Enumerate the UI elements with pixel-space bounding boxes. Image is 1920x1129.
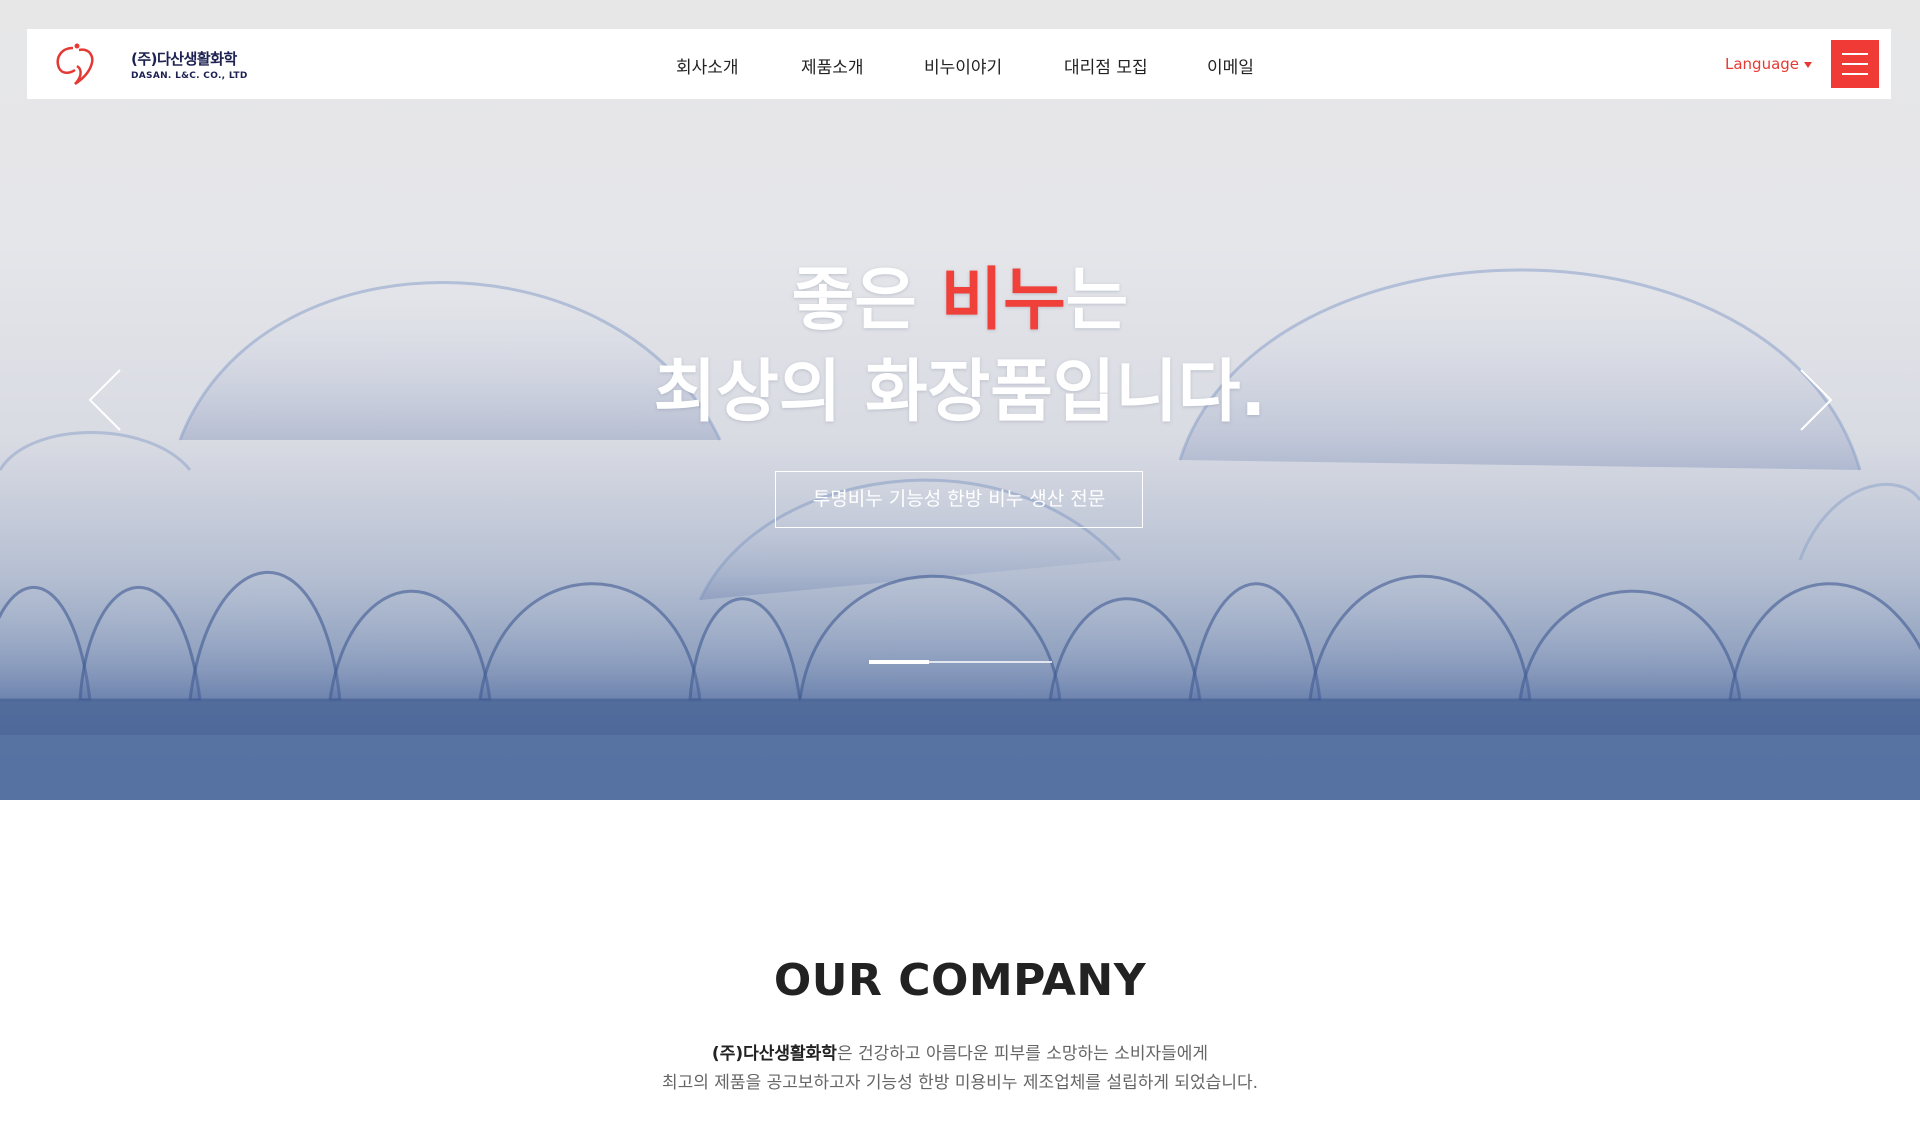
company-brand-name: (주)다산생활화학 <box>711 1044 837 1064</box>
company-intro-text: (주)다산생활화학은 건강하고 아름다운 피부를 소망하는 소비자들에게 최고의… <box>661 1044 1259 1093</box>
hamburger-icon <box>1842 53 1868 55</box>
language-selector[interactable]: Language <box>1725 55 1813 73</box>
nav-item-company[interactable]: 회사소개 <box>676 53 739 78</box>
slide-progress-fill <box>869 660 930 664</box>
chevron-left-icon[interactable] <box>86 366 126 434</box>
slide-progress-bar[interactable] <box>869 660 1052 664</box>
company-section-title: OUR COMPANY <box>773 955 1147 1006</box>
hero-headline-line2: 최상의 화장품입니다. <box>653 353 1267 432</box>
hero-headline-line1: 좋은 비누는 <box>791 261 1129 340</box>
hero-tagline: 투명비누 기능성 한방 비누 생산 전문 <box>775 471 1143 528</box>
hero-headline: 좋은 비누는 최상의 화장품입니다. <box>0 255 1920 439</box>
caret-down-icon <box>1804 61 1813 68</box>
nav-item-soap-story[interactable]: 비누이야기 <box>924 53 1002 78</box>
nav-item-email[interactable]: 이메일 <box>1207 53 1254 78</box>
site-header: (주)다산생활화학 DASAN. L&C. CO., LTD 회사소개 제품소개… <box>27 29 1891 99</box>
hamburger-menu-button[interactable] <box>1831 40 1879 88</box>
nav-item-dealer-recruit[interactable]: 대리점 모집 <box>1064 53 1148 78</box>
language-label: Language <box>1725 55 1800 73</box>
chevron-right-icon[interactable] <box>1795 366 1835 434</box>
main-nav: 회사소개 제품소개 비누이야기 대리점 모집 이메일 <box>27 29 1891 99</box>
hero-headline-accent: 비누 <box>940 261 1066 340</box>
nav-item-products[interactable]: 제품소개 <box>801 53 864 78</box>
